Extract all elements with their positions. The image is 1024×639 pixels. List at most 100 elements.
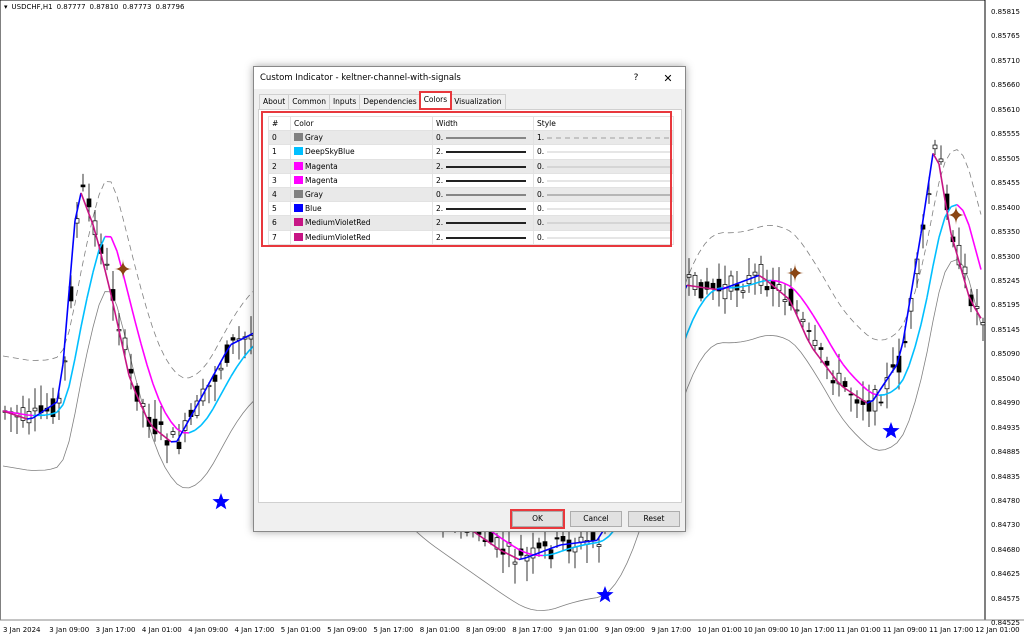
cancel-button[interactable]: Cancel <box>570 511 622 527</box>
custom-indicator-dialog: Custom Indicator - keltner-channel-with-… <box>253 66 686 532</box>
color-row[interactable]: 2 Magenta 2. 0. <box>268 158 674 174</box>
style-line-preview <box>547 166 673 167</box>
style-line-preview <box>547 194 673 196</box>
candle-body <box>26 411 32 424</box>
style-cell[interactable]: 0. <box>533 144 674 160</box>
width-value: 2. <box>436 147 444 157</box>
width-cell[interactable]: 2. <box>432 229 534 245</box>
style-cell[interactable]: 0. <box>533 186 674 203</box>
color-row[interactable]: 1 DeepSkyBlue 2. 0. <box>268 144 674 160</box>
color-cell[interactable]: Magenta <box>290 158 433 174</box>
tab-about[interactable]: About <box>259 94 290 109</box>
color-row[interactable]: 6 MediumVioletRed 2. 0. <box>268 215 674 231</box>
candle-body <box>728 275 734 292</box>
slow-line-segment <box>584 542 592 546</box>
color-cell[interactable]: Gray <box>290 130 433 146</box>
tab-inputs[interactable]: Inputs <box>328 94 361 109</box>
color-row[interactable]: 7 MediumVioletRed 2. 0. <box>268 229 674 245</box>
tab-visualization[interactable]: Visualization <box>450 94 506 109</box>
tab-dependencies[interactable]: Dependencies <box>359 94 421 109</box>
price-label: 0.85815 <box>991 8 1020 16</box>
slow-line-segment <box>734 286 742 289</box>
candle-body <box>176 441 182 450</box>
width-cell[interactable]: 2. <box>432 144 534 160</box>
help-button[interactable]: ? <box>621 73 651 83</box>
width-value: 2. <box>436 218 444 228</box>
time-label: 8 Jan 09:00 <box>466 626 506 634</box>
dropdown-arrow-icon[interactable]: ▾ <box>4 3 8 11</box>
width-cell[interactable]: 2. <box>432 158 534 174</box>
price-label: 0.85145 <box>991 325 1020 334</box>
width-line-preview <box>446 222 527 225</box>
price-label: 0.85040 <box>991 374 1020 383</box>
price-label: 0.85555 <box>991 130 1020 139</box>
style-cell[interactable]: 0. <box>533 215 674 231</box>
dialog-titlebar[interactable]: Custom Indicator - keltner-channel-with-… <box>254 67 685 89</box>
style-cell[interactable]: 0. <box>533 201 674 217</box>
col-index: # <box>268 115 291 132</box>
candle-body <box>698 282 704 299</box>
width-cell[interactable]: 2. <box>432 215 534 231</box>
candle-body <box>962 266 968 275</box>
price-label: 0.84990 <box>991 399 1020 408</box>
color-cell[interactable]: MediumVioletRed <box>290 215 433 231</box>
color-cell[interactable]: DeepSkyBlue <box>290 144 433 160</box>
candle-body <box>536 542 542 549</box>
time-label: 10 Jan 01:00 <box>697 626 742 634</box>
fast-line-segment <box>572 541 580 545</box>
style-cell[interactable]: 1. <box>533 130 674 146</box>
candle-body <box>596 544 602 547</box>
candle-body <box>938 158 944 163</box>
row-index: 3 <box>268 172 291 188</box>
candle-body <box>932 144 938 150</box>
price-label: 0.85765 <box>991 32 1020 41</box>
candle-body <box>722 284 728 300</box>
slow-line-segment <box>878 393 886 397</box>
time-label: 3 Jan 2024 <box>3 626 41 634</box>
color-cell[interactable]: MediumVioletRed <box>290 229 433 245</box>
candle-body <box>842 381 848 387</box>
candle-body <box>164 440 170 446</box>
tab-colors[interactable]: Colors <box>418 91 453 110</box>
price-label: 0.85610 <box>991 105 1020 114</box>
candle-body <box>710 282 716 289</box>
color-swatch <box>294 190 303 199</box>
color-cell[interactable]: Magenta <box>290 172 433 188</box>
row-index: 6 <box>268 215 291 231</box>
width-cell[interactable]: 0. <box>432 130 534 146</box>
width-cell[interactable]: 0. <box>432 186 534 203</box>
color-row[interactable]: 4 Gray 0. 0. <box>268 186 674 203</box>
row-index: 4 <box>268 186 291 203</box>
color-name: DeepSkyBlue <box>305 147 355 157</box>
color-name: Gray <box>305 190 323 200</box>
style-cell[interactable]: 0. <box>533 229 674 245</box>
style-line-preview <box>547 180 673 182</box>
candle-body <box>86 198 92 208</box>
reset-button[interactable]: Reset <box>628 511 680 527</box>
candle-body <box>782 299 788 302</box>
candle-body <box>80 184 86 188</box>
tab-common[interactable]: Common <box>288 94 330 109</box>
fast-line-segment <box>578 541 586 544</box>
close-button[interactable]: ✕ <box>651 72 685 85</box>
width-cell[interactable]: 2. <box>432 201 534 217</box>
style-value: 0. <box>537 190 545 200</box>
ok-button[interactable]: OK <box>510 509 565 529</box>
color-swatch <box>294 204 303 213</box>
slow-line-segment <box>44 413 52 416</box>
time-label: 5 Jan 09:00 <box>327 626 367 634</box>
color-row[interactable]: 5 Blue 2. 0. <box>268 201 674 217</box>
candle-body <box>812 339 818 346</box>
color-cell[interactable]: Blue <box>290 201 433 217</box>
width-cell[interactable]: 2. <box>432 172 534 188</box>
row-index: 0 <box>268 130 291 146</box>
color-name: Gray <box>305 133 323 143</box>
style-cell[interactable]: 0. <box>533 158 674 174</box>
slow-line-segment <box>590 541 598 545</box>
color-row[interactable]: 0 Gray 0. 1. <box>268 130 674 146</box>
style-value: 0. <box>537 161 545 171</box>
style-cell[interactable]: 0. <box>533 172 674 188</box>
color-row[interactable]: 3 Magenta 2. 0. <box>268 172 674 188</box>
col-width: Width <box>432 115 534 132</box>
color-cell[interactable]: Gray <box>290 186 433 203</box>
